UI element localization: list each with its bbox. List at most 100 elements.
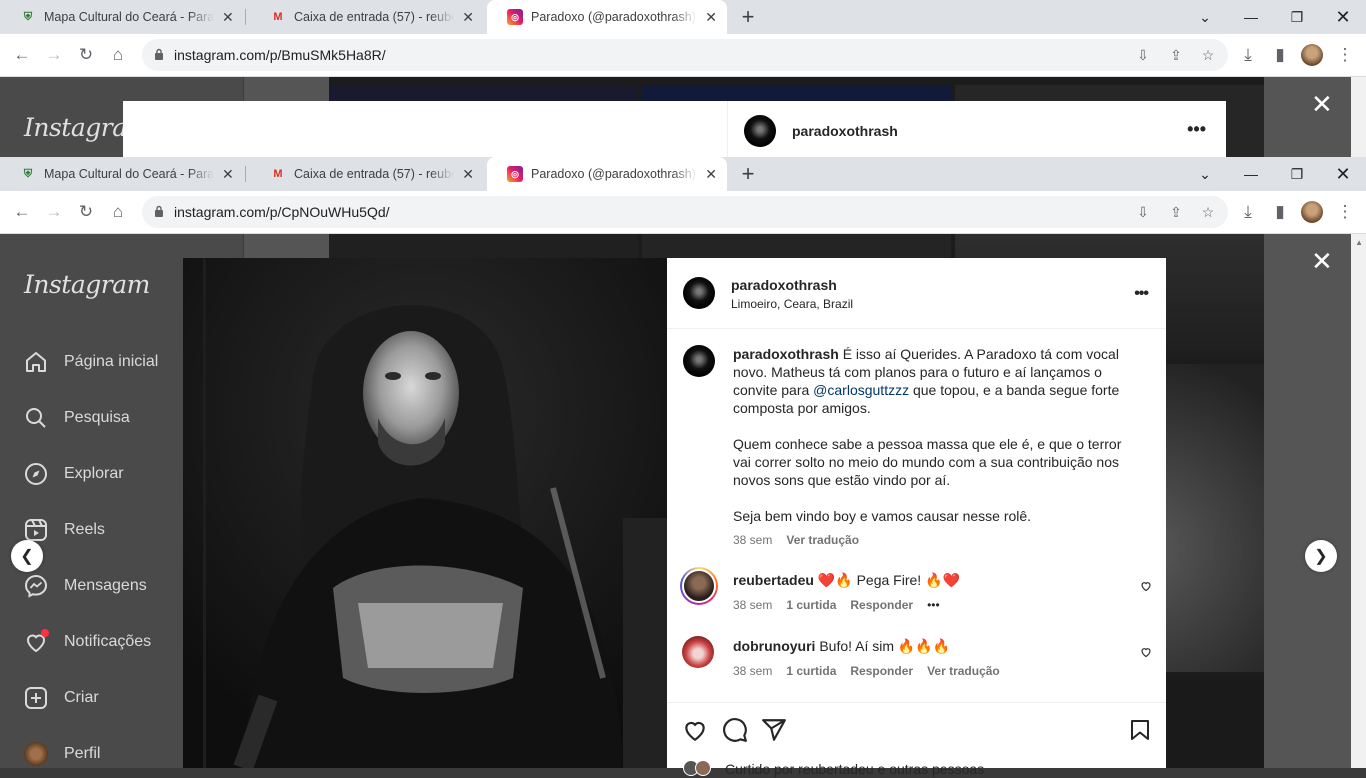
address-bar[interactable]: instagram.com/p/CpNOuWHu5Qd/ ⇩ ⇪ ☆ <box>142 196 1228 228</box>
caption-username[interactable]: paradoxothrash <box>733 346 839 362</box>
comment-likes[interactable]: 1 curtida <box>786 664 836 678</box>
tab-search-icon[interactable]: ⌄ <box>1182 0 1228 34</box>
tab-search-icon[interactable]: ⌄ <box>1182 157 1228 191</box>
nav-search[interactable]: Pesquisa <box>24 406 130 430</box>
close-tab-icon[interactable]: ✕ <box>462 166 474 183</box>
forward-icon[interactable]: → <box>43 44 65 66</box>
tab-mapa-cultural[interactable]: ⛨ Mapa Cultural do Ceará - Paradoxo ✕ <box>0 0 244 34</box>
see-translation-button[interactable]: Ver tradução <box>786 533 859 547</box>
scroll-up-arrow[interactable]: ▲ <box>1355 238 1363 247</box>
tab-title: Mapa Cultural do Ceará - Paradoxo <box>44 167 214 181</box>
share-icon[interactable]: ⇪ <box>1167 46 1185 64</box>
like-heart-icon[interactable] <box>682 717 708 743</box>
install-icon[interactable]: ⇩ <box>1134 203 1152 221</box>
forward-icon[interactable]: → <box>43 201 65 223</box>
restore-button[interactable]: ❐ <box>1274 157 1320 191</box>
notification-dot <box>41 629 49 637</box>
comment-avatar-dobrunoyuri[interactable] <box>682 636 714 668</box>
close-tab-icon[interactable]: ✕ <box>705 9 717 26</box>
previous-post-button[interactable]: ❮ <box>11 540 43 572</box>
restore-button[interactable]: ❐ <box>1274 0 1320 34</box>
caption-avatar[interactable] <box>683 345 715 377</box>
comment-icon[interactable] <box>722 717 748 743</box>
bookmark-star-icon[interactable]: ☆ <box>1199 203 1217 221</box>
tab-instagram[interactable]: ◎ Paradoxo (@paradoxothrash) | páginas ✕ <box>487 0 727 34</box>
reload-icon[interactable]: ↻ <box>75 44 97 66</box>
like-comment-heart-icon[interactable] <box>1140 580 1152 592</box>
nav-reels[interactable]: Reels <box>24 518 105 542</box>
tab-mapa-cultural[interactable]: ⛨ Mapa Cultural do Ceará - Paradoxo ✕ <box>0 157 244 191</box>
new-tab-button[interactable]: + <box>738 161 758 187</box>
nav-notifications[interactable]: Notificações <box>24 629 151 654</box>
comment-more-options[interactable]: ••• <box>927 598 940 612</box>
close-tab-icon[interactable]: ✕ <box>705 166 717 183</box>
profile-avatar[interactable] <box>1301 44 1323 66</box>
install-icon[interactable]: ⇩ <box>1134 46 1152 64</box>
close-icon[interactable]: ✕ <box>1311 91 1333 117</box>
close-tab-icon[interactable]: ✕ <box>222 9 234 26</box>
reels-icon <box>24 518 48 542</box>
nav-explore[interactable]: Explorar <box>24 462 124 486</box>
instagram-logo[interactable]: Instagram <box>24 270 150 299</box>
back-icon[interactable]: ← <box>11 201 33 223</box>
tab-title: Mapa Cultural do Ceará - Paradoxo <box>44 10 214 24</box>
post-header: paradoxothrash Limoeiro, Ceara, Brazil •… <box>667 258 1166 329</box>
share-icon[interactable]: ⇪ <box>1167 203 1185 221</box>
user-avatar[interactable] <box>744 115 776 147</box>
mention-link[interactable]: @carlosguttzzz <box>813 382 909 398</box>
more-options-icon[interactable]: ••• <box>1134 285 1149 303</box>
liked-by-text[interactable]: Curtido por reubertadeu e outras pessoas <box>725 760 984 778</box>
see-translation-button[interactable]: Ver tradução <box>927 664 1000 678</box>
username[interactable]: paradoxothrash <box>792 123 898 139</box>
nav-home[interactable]: Página inicial <box>24 350 158 374</box>
share-direct-icon[interactable] <box>761 717 787 743</box>
comment-username[interactable]: dobrunoyuri <box>733 638 815 654</box>
comment-username[interactable]: reubertadeu <box>733 572 814 588</box>
comment: dobrunoyuri Bufo! Aí sim 🔥🔥🔥 <box>733 637 1113 655</box>
address-bar[interactable]: instagram.com/p/BmuSMk5Ha8R/ ⇩ ⇪ ☆ <box>142 39 1228 71</box>
back-icon[interactable]: ← <box>11 44 33 66</box>
nav-messages[interactable]: Mensagens <box>24 574 147 598</box>
close-tab-icon[interactable]: ✕ <box>462 9 474 26</box>
menu-icon[interactable]: ⋮ <box>1334 44 1356 66</box>
nav-label: Criar <box>64 689 99 706</box>
minimize-button[interactable]: — <box>1228 0 1274 34</box>
next-post-button[interactable]: ❯ <box>1305 540 1337 572</box>
downloads-icon[interactable]: ⤓ <box>1237 201 1259 223</box>
nav-create[interactable]: Criar <box>24 686 99 710</box>
comment-meta: 38 sem 1 curtida Responder ••• <box>733 598 940 612</box>
side-panel-icon[interactable]: ▮ <box>1269 44 1291 66</box>
menu-icon[interactable]: ⋮ <box>1334 201 1356 223</box>
profile-avatar-icon <box>24 742 48 766</box>
plus-square-icon <box>24 686 48 710</box>
like-comment-heart-icon[interactable] <box>1140 646 1152 658</box>
profile-avatar[interactable] <box>1301 201 1323 223</box>
side-panel-icon[interactable]: ▮ <box>1269 201 1291 223</box>
home-icon[interactable]: ⌂ <box>107 44 129 66</box>
close-window-button[interactable]: ✕ <box>1320 157 1366 191</box>
home-icon[interactable]: ⌂ <box>107 201 129 223</box>
reply-button[interactable]: Responder <box>850 598 913 612</box>
tab-gmail[interactable]: M Caixa de entrada (57) - reubertadeu ✕ <box>250 0 484 34</box>
author-username[interactable]: paradoxothrash <box>731 277 837 293</box>
close-icon[interactable]: ✕ <box>1311 248 1333 274</box>
comment-likes[interactable]: 1 curtida <box>786 598 836 612</box>
minimize-button[interactable]: — <box>1228 157 1274 191</box>
save-bookmark-icon[interactable] <box>1128 717 1152 743</box>
lock-icon <box>155 205 163 217</box>
comment-avatar-reubertadeu[interactable] <box>680 567 718 605</box>
reload-icon[interactable]: ↻ <box>75 201 97 223</box>
more-options-icon[interactable]: ••• <box>1187 119 1206 140</box>
downloads-icon[interactable]: ⤓ <box>1237 44 1259 66</box>
tab-gmail[interactable]: M Caixa de entrada (57) - reubertadeu ✕ <box>250 157 484 191</box>
tab-instagram[interactable]: ◎ Paradoxo (@paradoxothrash) | páginas ✕ <box>487 157 727 191</box>
post-location[interactable]: Limoeiro, Ceara, Brazil <box>731 297 853 311</box>
nav-profile[interactable]: Perfil <box>24 742 100 766</box>
reply-button[interactable]: Responder <box>850 664 913 678</box>
post-image[interactable] <box>183 258 667 768</box>
bookmark-star-icon[interactable]: ☆ <box>1199 46 1217 64</box>
author-avatar[interactable] <box>683 277 715 309</box>
close-window-button[interactable]: ✕ <box>1320 0 1366 34</box>
new-tab-button[interactable]: + <box>738 4 758 30</box>
close-tab-icon[interactable]: ✕ <box>222 166 234 183</box>
